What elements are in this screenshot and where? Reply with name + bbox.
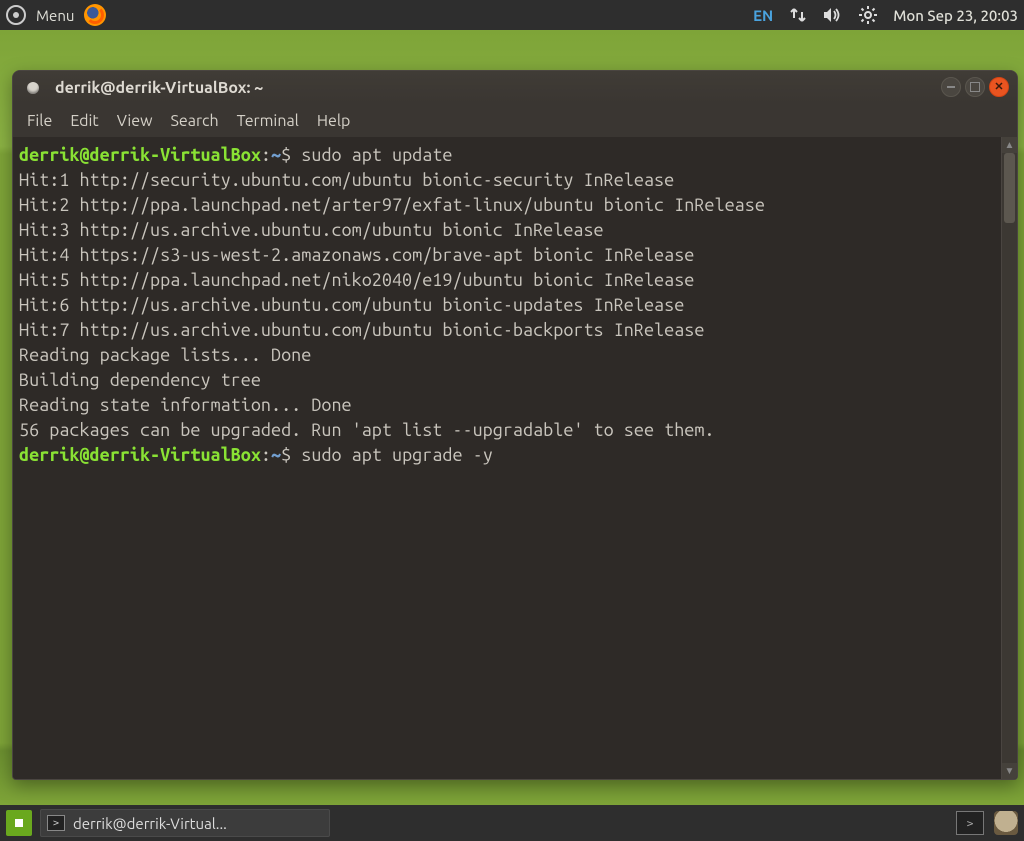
firefox-icon[interactable] xyxy=(84,4,106,26)
taskbar-item-label: derrik@derrik-Virtual... xyxy=(73,815,227,832)
terminal-icon xyxy=(27,82,39,94)
output-line: Hit:7 http://us.archive.ubuntu.com/ubunt… xyxy=(19,320,704,340)
window-title: derrik@derrik-VirtualBox: ~ xyxy=(55,79,263,97)
terminal-scrollbar[interactable]: ▲ ▼ xyxy=(1001,137,1017,779)
minimize-button[interactable] xyxy=(941,77,961,97)
prompt-dollar: $ xyxy=(281,445,291,465)
volume-icon[interactable] xyxy=(823,7,843,23)
maximize-button[interactable] xyxy=(965,77,985,97)
output-line: Building dependency tree xyxy=(19,370,261,390)
top-panel-left: Menu xyxy=(6,4,106,26)
user-face-icon[interactable] xyxy=(994,811,1018,835)
output-line: Hit:5 http://ppa.launchpad.net/niko2040/… xyxy=(19,270,694,290)
terminal-menubar: File Edit View Search Terminal Help xyxy=(13,104,1017,137)
terminal-output[interactable]: derrik@derrik-VirtualBox:~$ sudo apt upd… xyxy=(13,137,1001,779)
output-line: Hit:3 http://us.archive.ubuntu.com/ubunt… xyxy=(19,220,604,240)
menu-terminal[interactable]: Terminal xyxy=(237,112,299,130)
gear-icon[interactable] xyxy=(859,6,877,24)
output-line: Hit:6 http://us.archive.ubuntu.com/ubunt… xyxy=(19,295,684,315)
menu-file[interactable]: File xyxy=(27,112,52,130)
top-panel-right: EN Mon Sep 23, 20:03 xyxy=(753,6,1018,24)
scroll-down-icon[interactable]: ▼ xyxy=(1002,763,1017,779)
taskbar-tray xyxy=(956,811,1018,835)
prompt-sep: : xyxy=(261,145,271,165)
prompt-path: ~ xyxy=(271,445,281,465)
menu-view[interactable]: View xyxy=(117,112,153,130)
output-line: 56 packages can be upgraded. Run 'apt li… xyxy=(19,420,715,440)
prompt-sep: : xyxy=(261,445,271,465)
ubuntu-logo-icon[interactable] xyxy=(6,5,26,25)
menu-edit[interactable]: Edit xyxy=(70,112,98,130)
output-line: Hit:2 http://ppa.launchpad.net/arter97/e… xyxy=(19,195,765,215)
close-button[interactable] xyxy=(989,77,1009,97)
terminal-icon xyxy=(47,815,65,831)
prompt-dollar: $ xyxy=(281,145,291,165)
scroll-up-icon[interactable]: ▲ xyxy=(1002,137,1017,153)
terminal-window: derrik@derrik-VirtualBox: ~ File Edit Vi… xyxy=(12,70,1018,780)
command-2: sudo apt upgrade -y xyxy=(291,445,493,465)
menu-help[interactable]: Help xyxy=(317,112,351,130)
prompt-user: derrik@derrik-VirtualBox xyxy=(19,145,261,165)
output-line: Reading state information... Done xyxy=(19,395,352,415)
command-1: sudo apt update xyxy=(291,145,452,165)
window-titlebar[interactable]: derrik@derrik-VirtualBox: ~ xyxy=(13,71,1017,104)
top-panel: Menu EN Mon Sep 23, 20:03 xyxy=(0,0,1024,30)
scroll-thumb[interactable] xyxy=(1004,153,1015,223)
prompt-user: derrik@derrik-VirtualBox xyxy=(19,445,261,465)
terminal-body: derrik@derrik-VirtualBox:~$ sudo apt upd… xyxy=(13,137,1017,779)
taskbar: derrik@derrik-Virtual... xyxy=(0,805,1024,841)
desktop: derrik@derrik-VirtualBox: ~ File Edit Vi… xyxy=(0,30,1024,805)
taskbar-item-terminal[interactable]: derrik@derrik-Virtual... xyxy=(40,809,330,837)
output-line: Reading package lists... Done xyxy=(19,345,311,365)
tray-terminal-icon[interactable] xyxy=(956,811,984,835)
menu-search[interactable]: Search xyxy=(171,112,219,130)
window-controls xyxy=(941,77,1009,97)
menu-label[interactable]: Menu xyxy=(36,7,74,24)
prompt-path: ~ xyxy=(271,145,281,165)
network-icon[interactable] xyxy=(789,7,807,23)
output-line: Hit:1 http://security.ubuntu.com/ubuntu … xyxy=(19,170,674,190)
language-indicator[interactable]: EN xyxy=(753,7,773,24)
clock[interactable]: Mon Sep 23, 20:03 xyxy=(893,7,1018,24)
show-desktop-button[interactable] xyxy=(6,810,32,836)
output-line: Hit:4 https://s3-us-west-2.amazonaws.com… xyxy=(19,245,694,265)
